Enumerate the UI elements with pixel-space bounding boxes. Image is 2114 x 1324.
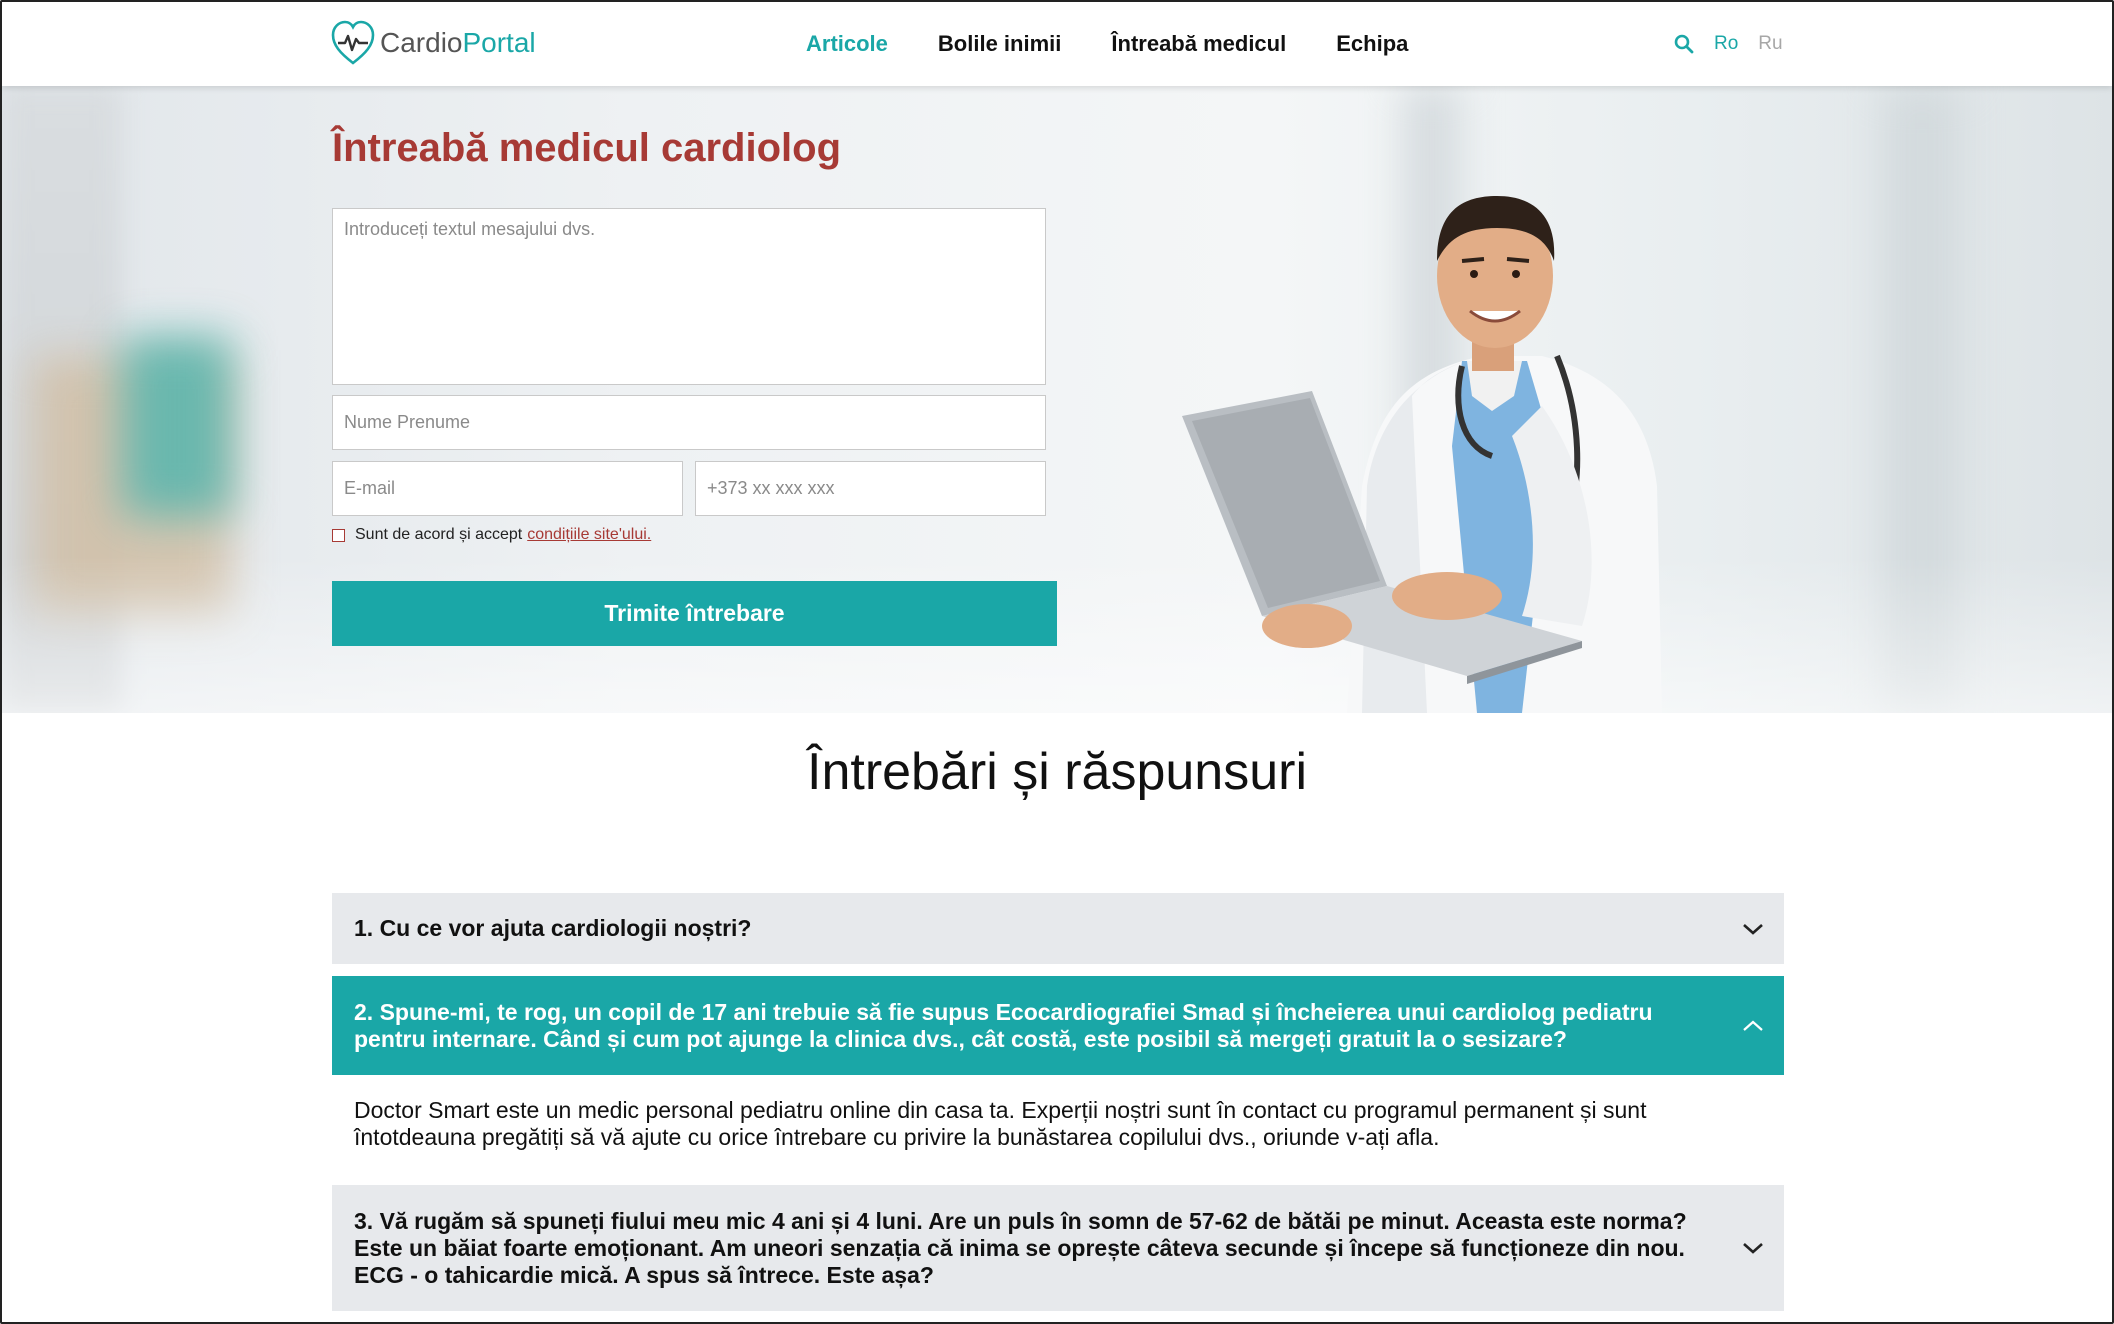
faq-title: Întrebări și răspunsuri [807, 743, 1307, 801]
faq-question: 3. Vă rugăm să spuneți fiului meu mic 4 … [354, 1207, 1687, 1288]
heart-logo-icon [331, 20, 375, 65]
phone-input[interactable] [695, 461, 1046, 516]
name-input[interactable] [332, 395, 1046, 450]
terms-text: Sunt de acord și accept [355, 526, 523, 543]
submit-question-button[interactable]: Trimite întrebare [332, 581, 1057, 646]
email-input[interactable] [332, 461, 683, 516]
search-icon[interactable] [1674, 34, 1694, 54]
faq-question: 2. Spune-mi, te rog, un copil de 17 ani … [354, 998, 1653, 1052]
form-title: Întreabă medicul cardiolog [332, 126, 842, 170]
chevron-down-icon [1743, 923, 1763, 935]
faq-answer: Doctor Smart este un medic personal pedi… [354, 1097, 1647, 1150]
nav-bolile-inimii[interactable]: Bolile inimii [938, 31, 1061, 57]
faq-item-1[interactable]: 1. Cu ce vor ajuta cardiologii noștri? [332, 893, 1784, 964]
header-tools: Ro Ru [1674, 2, 1803, 86]
message-textarea[interactable] [332, 208, 1046, 385]
page-frame: CardioPortal Articole Bolile inimii Într… [0, 0, 2114, 1324]
main-nav: Articole Bolile inimii Întreabă medicul … [806, 2, 1458, 86]
chevron-down-icon [1743, 1243, 1763, 1254]
nav-articole[interactable]: Articole [806, 31, 888, 57]
faq-item-3[interactable]: 3. Vă rugăm să spuneți fiului meu mic 4 … [332, 1185, 1784, 1311]
logo-text: CardioPortal [380, 27, 536, 59]
doctor-with-laptop-image [1182, 196, 1662, 713]
lang-ru[interactable]: Ru [1758, 33, 1782, 55]
background-blur [122, 336, 232, 516]
nav-echipa[interactable]: Echipa [1336, 31, 1408, 57]
site-header: CardioPortal Articole Bolile inimii Într… [2, 2, 2112, 86]
terms-link[interactable]: condițiile site'ului. [527, 526, 651, 544]
chevron-up-icon [1743, 1020, 1763, 1031]
logo[interactable]: CardioPortal [330, 15, 536, 71]
logo-text-cardio: Cardio [380, 27, 463, 58]
nav-intreaba-medicul[interactable]: Întreabă medicul [1111, 31, 1286, 57]
lang-ro[interactable]: Ro [1714, 33, 1738, 55]
hero-section: Întreabă medicul cardiolog Sunt de acord… [2, 86, 2112, 713]
faq-item-2[interactable]: 2. Spune-mi, te rog, un copil de 17 ani … [332, 976, 1784, 1075]
terms-checkbox[interactable] [332, 528, 345, 542]
terms-agreement: Sunt de acord și accept condițiile site'… [332, 526, 651, 544]
logo-text-portal: Portal [462, 27, 536, 58]
faq-question: 1. Cu ce vor ajuta cardiologii noștri? [354, 915, 752, 941]
